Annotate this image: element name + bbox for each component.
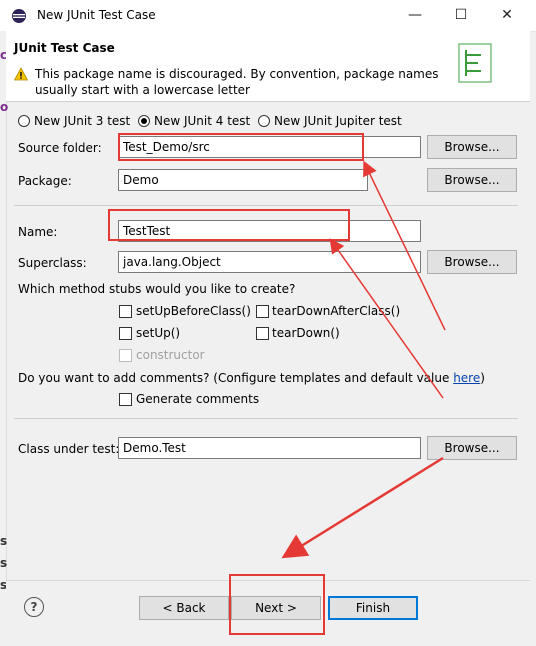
checkbox-box-disabled [119,349,132,362]
annotation-box-next [229,574,325,635]
radio-circle-selected[interactable] [138,115,150,127]
radio-circle[interactable] [258,115,270,127]
checkbox-label: tearDownAfterClass() [272,304,401,318]
junit3-radio[interactable]: New JUnit 3 test [18,114,138,130]
browse-superclass-button[interactable]: Browse... [427,250,517,274]
constructor-checkbox: constructor [119,348,219,364]
checkbox-label: tearDown() [272,326,340,340]
package-input[interactable]: Demo [118,169,368,191]
background-char: o [0,100,9,114]
separator [14,418,518,419]
package-label: Package: [18,174,72,188]
comments-close-paren: ) [480,371,485,385]
class-under-test-input[interactable]: Demo.Test [118,437,421,459]
page-title: JUnit Test Case [14,41,115,55]
help-button[interactable]: ? [24,597,44,617]
checkbox-label: setUp() [136,326,181,340]
browse-class-under-test-button[interactable]: Browse... [427,436,517,460]
annotation-box-name [108,209,350,241]
radio-label: New JUnit Jupiter test [274,114,402,128]
setup-before-class-checkbox[interactable]: setUpBeforeClass() [119,304,254,320]
browse-source-folder-button[interactable]: Browse... [427,135,517,159]
wizard-banner-icon [458,43,492,83]
wizard-header: JUnit Test Case This package name is dis… [6,31,530,102]
background-char: s [0,556,8,570]
name-label: Name: [18,225,58,239]
back-button[interactable]: < Back [139,596,229,620]
annotation-box-source-folder [118,133,364,161]
checkbox-label: constructor [136,348,205,362]
checkbox-box[interactable] [119,327,132,340]
radio-label: New JUnit 3 test [34,114,131,128]
maximize-button[interactable]: ☐ [438,0,484,31]
minimize-button[interactable]: — [392,0,438,31]
checkbox-label: Generate comments [136,392,260,406]
checkbox-box[interactable] [256,305,269,318]
class-under-test-label: Class under test: [18,442,120,456]
stubs-question: Which method stubs would you like to cre… [18,282,296,296]
comments-question: Do you want to add comments? (Configure … [18,371,485,385]
setup-checkbox[interactable]: setUp() [119,326,219,342]
teardown-checkbox[interactable]: tearDown() [256,326,356,342]
source-folder-label: Source folder: [18,141,102,155]
title-bar: New JUnit Test Case — ☐ ✕ [0,0,536,32]
checkbox-box[interactable] [119,393,132,406]
close-button[interactable]: ✕ [484,0,530,31]
background-strip [0,31,7,645]
window-title: New JUnit Test Case [37,8,156,22]
separator [14,205,518,206]
comments-question-text: Do you want to add comments? (Configure … [18,371,454,385]
finish-button[interactable]: Finish [328,596,418,620]
junit-jupiter-radio[interactable]: New JUnit Jupiter test [258,114,408,130]
generate-comments-checkbox[interactable]: Generate comments [119,392,279,408]
background-char: s [0,534,8,548]
checkbox-box[interactable] [119,305,132,318]
annotation-arrow [281,456,444,559]
superclass-label: Superclass: [18,256,87,270]
checkbox-label: setUpBeforeClass() [136,304,251,318]
eclipse-icon [12,9,26,23]
warning-icon [14,67,28,81]
junit4-radio[interactable]: New JUnit 4 test [138,114,258,130]
superclass-input[interactable]: java.lang.Object [118,251,421,273]
teardown-after-class-checkbox[interactable]: tearDownAfterClass() [256,304,401,320]
radio-label: New JUnit 4 test [154,114,251,128]
radio-circle[interactable] [18,115,30,127]
browse-package-button[interactable]: Browse... [427,168,517,192]
checkbox-box[interactable] [256,327,269,340]
configure-templates-link[interactable]: here [453,371,480,385]
warning-message: This package name is discouraged. By con… [35,67,439,97]
